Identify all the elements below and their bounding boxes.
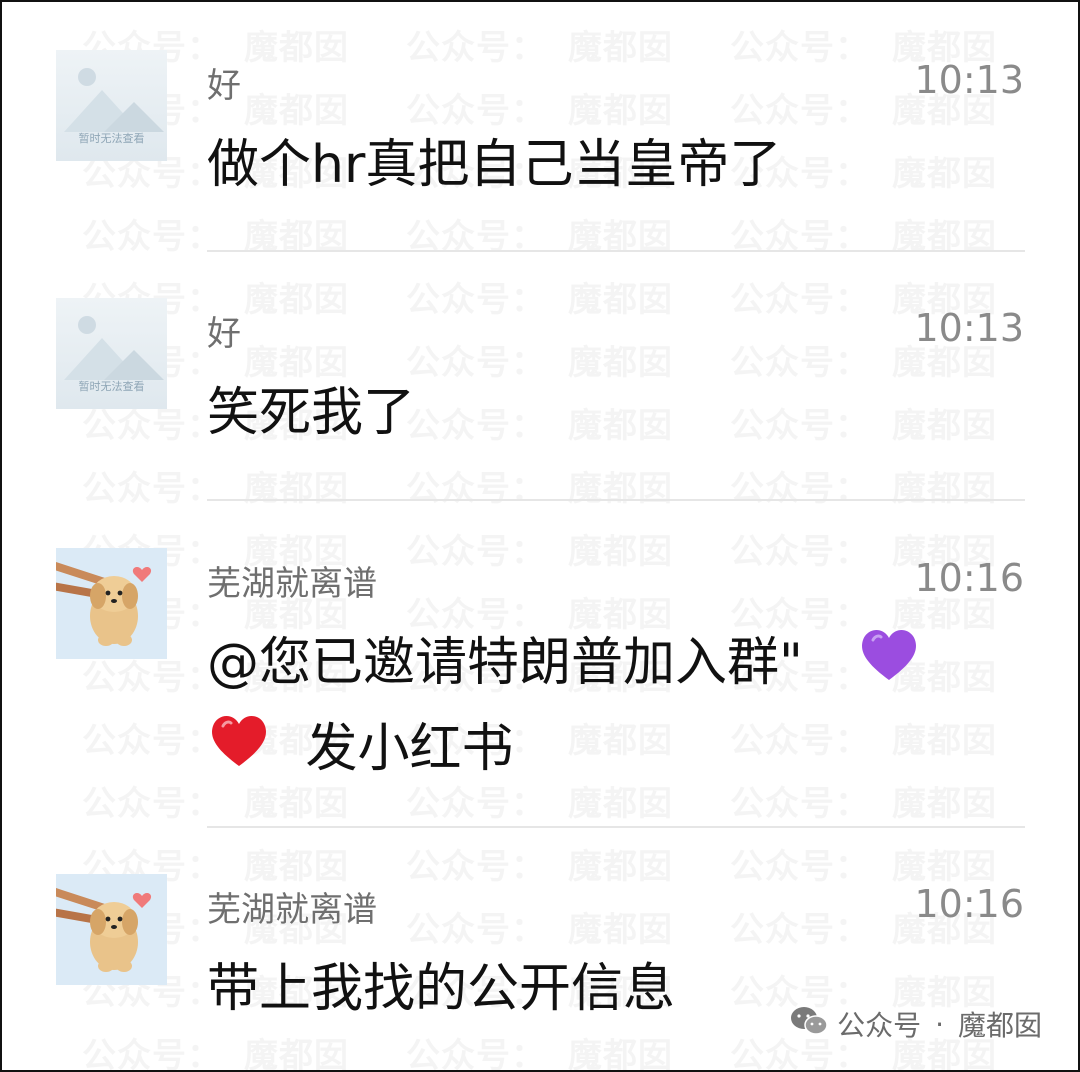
dog-avatar-icon — [56, 548, 167, 659]
wechat-icon — [789, 1005, 829, 1044]
dog-avatar-icon — [56, 874, 167, 985]
message-item[interactable]: 芜湖就离谱 10:16 @您已邀请特朗普加入群" 发小红书 — [2, 502, 1078, 828]
credit-separator: · — [935, 1007, 944, 1041]
avatar[interactable]: 暂时无法查看 — [56, 298, 167, 409]
sender-name: 芜湖就离谱 — [207, 564, 377, 604]
sender-name: 好 — [207, 314, 241, 354]
credit-prefix: 公众号 — [837, 1009, 922, 1042]
message-time: 10:13 — [914, 306, 1024, 350]
avatar[interactable] — [56, 874, 167, 985]
credit-name: 魔都囡 — [957, 1009, 1042, 1042]
message-time: 10:16 — [914, 556, 1024, 600]
purple-heart-icon — [857, 624, 921, 708]
message-text: @您已邀请特朗普加入群" 发小红书 — [207, 622, 1007, 794]
avatar-placeholder-label: 暂时无法查看 — [78, 380, 145, 393]
chat-screenshot: 公众号：魔都囡公众号：魔都囡公众号：魔都囡公众号：魔都囡公众号：魔都囡公众号：魔… — [0, 0, 1080, 1072]
message-item[interactable]: 暂时无法查看 好 10:13 做个hr真把自己当皇帝了 — [2, 2, 1078, 252]
sender-name: 芜湖就离谱 — [207, 890, 377, 930]
sender-name: 好 — [207, 66, 241, 106]
message-item[interactable]: 暂时无法查看 好 10:13 笑死我了 — [2, 252, 1078, 502]
message-time: 10:16 — [914, 882, 1024, 926]
avatar[interactable] — [56, 548, 167, 659]
source-credit: 公众号 · 魔都囡 — [789, 1004, 1042, 1044]
message-text-line-1: @您已邀请特朗普加入群" — [207, 622, 1007, 708]
message-text: 做个hr真把自己当皇帝了 — [207, 135, 782, 195]
red-heart-icon — [207, 710, 271, 794]
avatar-placeholder-label: 暂时无法查看 — [78, 132, 145, 145]
message-time: 10:13 — [914, 58, 1024, 102]
message-text-line-2: 发小红书 — [207, 708, 1007, 794]
message-text-part: @您已邀请特朗普加入群" — [207, 633, 803, 693]
avatar[interactable]: 暂时无法查看 — [56, 50, 167, 161]
message-text: 笑死我了 — [207, 383, 416, 443]
message-text-part: 发小红书 — [305, 719, 514, 779]
